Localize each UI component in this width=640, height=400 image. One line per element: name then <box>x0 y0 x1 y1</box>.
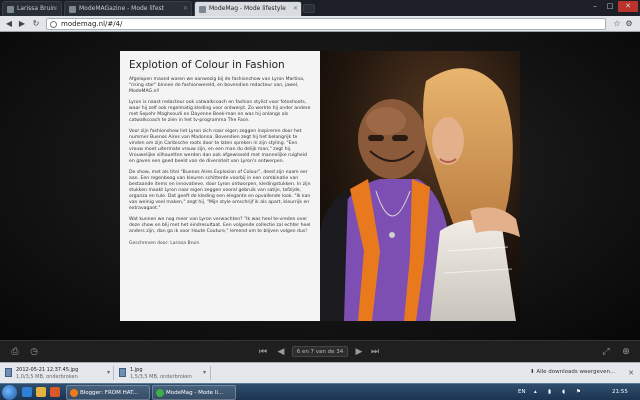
article-paragraph: Wat kunnen we nog meer van Lyron verwach… <box>129 217 311 234</box>
chrome-icon <box>70 389 78 397</box>
all-downloads-label: Alle downloads weergeven... <box>536 369 616 375</box>
magazine-viewer: Explotion of Colour in Fashion Afgelopen… <box>0 32 640 340</box>
tab-label: Larissa Bruin <box>17 5 56 12</box>
close-downloads-icon[interactable]: ✕ <box>628 369 634 377</box>
page-indicator[interactable]: 6 en 7 van de 34 <box>292 346 348 357</box>
new-tab-button[interactable] <box>303 4 315 13</box>
flag-icon[interactable]: ⚑ <box>576 389 581 395</box>
fullscreen-icon[interactable]: ⤢ <box>600 347 612 357</box>
previous-page-icon[interactable]: ◀ <box>276 347 286 357</box>
tab-larissa-bruin[interactable]: Larissa Bruin ✕ <box>2 1 62 16</box>
image-file-icon <box>119 368 126 377</box>
first-page-icon[interactable]: ⏮ <box>258 347 268 357</box>
browser-window: Larissa Bruin ✕ ModeMAGazine - Mode life… <box>0 0 640 400</box>
download-filename: 2012-05-21 12.37.45.jpg <box>16 367 79 373</box>
article-credit: Geschreven door: Larissa Bruin <box>129 241 200 246</box>
volume-icon[interactable]: ◖ <box>562 389 565 395</box>
next-page-icon[interactable]: ▶ <box>354 347 364 357</box>
navigation-bar: ◀ ▶ ↻ modemag.nl/#/4/ ☆ ⚙ <box>0 16 640 32</box>
separator <box>210 366 211 380</box>
close-tab-icon[interactable]: ✕ <box>183 5 188 12</box>
last-page-icon[interactable]: ⏭ <box>370 347 380 357</box>
tray-arrow-icon[interactable]: ▴ <box>534 389 537 395</box>
minimize-icon[interactable]: – <box>588 1 602 12</box>
internet-explorer-icon[interactable] <box>22 387 32 397</box>
url-text: modemag.nl/#/4/ <box>61 20 123 28</box>
taskbar-button-label: ModeMag - Mode li... <box>166 390 224 396</box>
back-icon[interactable]: ◀ <box>4 19 14 29</box>
close-tab-icon[interactable]: ✕ <box>293 5 298 12</box>
article-paragraph: De show, met als titel "Buenos Aires Exp… <box>129 170 311 211</box>
start-button[interactable] <box>2 385 17 400</box>
close-tab-icon[interactable]: ✕ <box>53 5 58 12</box>
article-paragraph: Lyron is naast redacteur ook catwalkcoac… <box>129 100 311 123</box>
wrench-menu-icon[interactable]: ⚙ <box>624 19 634 29</box>
close-window-icon[interactable]: ✕ <box>618 1 638 12</box>
clock-time[interactable]: 21:55 <box>612 389 628 395</box>
language-indicator[interactable]: EN <box>518 389 526 395</box>
maximize-icon[interactable]: □ <box>603 1 617 12</box>
article-paragraph: Afgelopen maand waren we aanwezig bij de… <box>129 77 305 94</box>
download-size: 1,5/3,5 MB, onderbroken <box>130 374 192 380</box>
fashion-photo-illustration <box>320 51 520 321</box>
downloads-bar: 2012-05-21 12.37.45.jpg 1,0/3,5 MB, onde… <box>0 362 640 383</box>
network-icon[interactable]: ▮ <box>548 389 551 395</box>
article-title: Explotion of Colour in Fashion <box>129 59 285 71</box>
download-filename: 1.jpg <box>130 367 143 373</box>
image-file-icon <box>5 368 12 377</box>
tab-favicon-icon <box>7 6 14 13</box>
download-item[interactable]: 1.jpg 1,5/3,5 MB, onderbroken ▾ <box>116 365 208 382</box>
tab-favicon-icon <box>69 6 76 13</box>
address-bar[interactable]: modemag.nl/#/4/ <box>46 18 606 30</box>
separator <box>113 366 114 380</box>
taskbar-button-label: Blogger: FROM HAT... <box>80 390 139 396</box>
dropdown-arrow-icon[interactable]: ▾ <box>203 369 206 376</box>
download-item[interactable]: 2012-05-21 12.37.45.jpg 1,0/3,5 MB, onde… <box>2 365 112 382</box>
media-player-icon[interactable] <box>50 387 60 397</box>
forward-icon[interactable]: ▶ <box>17 19 27 29</box>
article-paragraph: Voor zijn fashionshow liet Lyron zich na… <box>129 129 307 164</box>
tab-modemagazine[interactable]: ModeMAGazine - Mode lifest ✕ <box>64 1 192 16</box>
reload-icon[interactable]: ↻ <box>31 19 41 29</box>
tab-label: ModeMAGazine - Mode lifest <box>79 5 165 12</box>
download-size: 1,0/3,5 MB, onderbroken <box>16 374 78 380</box>
fashion-photo <box>320 51 520 321</box>
taskbar-button-blogger[interactable]: Blogger: FROM HAT... <box>66 385 150 400</box>
tab-label: ModeMag - Mode lifestyle <box>209 5 286 12</box>
dropdown-arrow-icon[interactable]: ▾ <box>107 369 110 376</box>
article-page: Explotion of Colour in Fashion Afgelopen… <box>120 51 320 321</box>
taskbar-button-modemag[interactable]: ModeMag - Mode li... <box>152 385 236 400</box>
viewer-toolbar: ⎙ ◷ ⏮ ◀ 6 en 7 van de 34 ▶ ⏭ ⤢ ⊕ <box>0 340 640 362</box>
all-downloads-link[interactable]: ⬇ Alle downloads weergeven... <box>530 369 615 375</box>
tab-favicon-icon <box>199 6 206 13</box>
tab-modemag-active[interactable]: ModeMag - Mode lifestyle ✕ <box>194 1 302 16</box>
zoom-icon[interactable]: ⊕ <box>620 347 632 357</box>
clock-icon[interactable]: ◷ <box>28 347 40 357</box>
chrome-icon <box>156 389 164 397</box>
page-indicator-text: 6 en 7 van de 34 <box>296 349 344 355</box>
folder-icon[interactable] <box>36 387 46 397</box>
star-icon[interactable]: ☆ <box>612 19 622 29</box>
tab-bar: Larissa Bruin ✕ ModeMAGazine - Mode life… <box>0 0 640 16</box>
print-icon[interactable]: ⎙ <box>9 347 21 357</box>
taskbar: Blogger: FROM HAT... ModeMag - Mode li..… <box>0 383 640 400</box>
globe-icon <box>50 21 57 28</box>
